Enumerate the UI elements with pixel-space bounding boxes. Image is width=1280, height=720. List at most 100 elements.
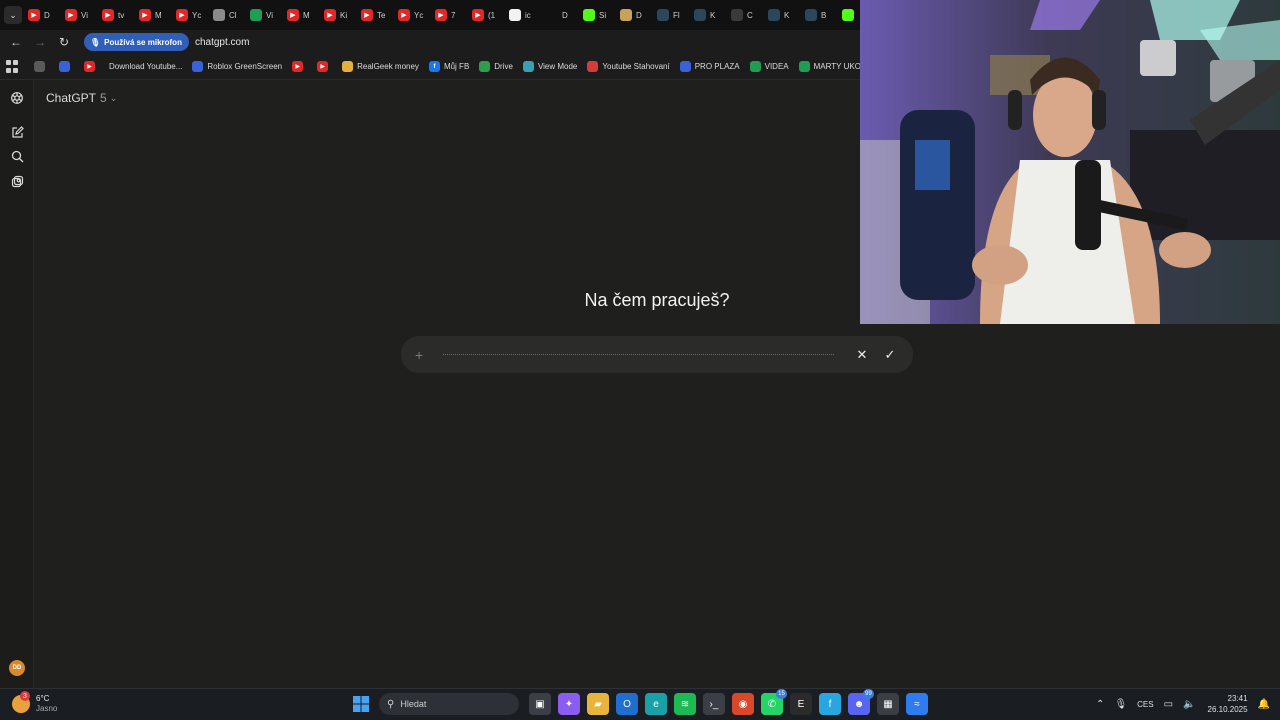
terminal-taskbar-button[interactable]: ›_ — [703, 693, 725, 715]
browser-tab[interactable]: ▶ tv — [102, 4, 136, 26]
chrome-taskbar-button[interactable]: ◉ — [732, 693, 754, 715]
browser-tab[interactable]: K — [768, 4, 802, 26]
bookmark-item[interactable]: Youtube Stahovaní — [587, 61, 670, 72]
bookmark-item[interactable]: View Mode — [522, 61, 577, 72]
openai-logo-icon[interactable] — [9, 90, 25, 106]
app-taskbar-button[interactable]: ≈ — [906, 693, 928, 715]
youtube-icon: ▶ — [398, 9, 410, 21]
bookmark-label: Drive — [494, 62, 513, 71]
url-field[interactable]: chatgpt.com — [195, 37, 249, 48]
bookmark-label: Youtube Stahovaní — [602, 62, 670, 71]
browser-tab-label: tv — [118, 10, 125, 20]
browser-tab[interactable]: Si — [583, 4, 617, 26]
bookmark-item[interactable]: ▶ — [317, 61, 332, 72]
browser-tab[interactable]: D — [546, 4, 580, 26]
whatsapp-taskbar-button[interactable]: ✆ 15 — [761, 689, 787, 715]
taskbar-apps: ⚲ Hledat ▣ ✦ ▰ Oe ≋ ›_ ◉ ✆ 15 Ef ☻ 99 ▦ ≈ — [350, 689, 935, 715]
browser-tab[interactable]: ▶ M — [139, 4, 173, 26]
bookmark-item[interactable]: Download Youtube... — [109, 62, 182, 71]
bookmark-item[interactable]: Roblox GreenScreen — [192, 61, 282, 72]
browser-tab[interactable]: ▶ (1 — [472, 4, 506, 26]
browser-tab[interactable]: D — [620, 4, 654, 26]
browser-tab[interactable]: K — [694, 4, 728, 26]
browser-tab[interactable]: Cl — [213, 4, 247, 26]
input-language[interactable]: CES — [1137, 700, 1153, 709]
network-icon[interactable]: ▭ — [1164, 699, 1173, 710]
browser-tab-label: M — [155, 10, 162, 20]
spotify-taskbar-button[interactable]: ≋ — [674, 693, 696, 715]
notifications-bell-icon[interactable]: 🔔 — [1258, 699, 1270, 710]
copilot-taskbar-button[interactable]: ✦ — [558, 693, 580, 715]
windows-icon — [353, 696, 369, 712]
browser-tab[interactable]: ▶ M — [287, 4, 321, 26]
browser-tab-label: Ki — [340, 10, 348, 20]
sheets-icon — [250, 9, 262, 21]
facebook-icon: f — [428, 61, 440, 72]
epic-taskbar-button[interactable]: E — [790, 693, 812, 715]
bookmark-item[interactable]: ▶ — [84, 61, 99, 72]
browser-tab[interactable]: ▶ D — [28, 4, 62, 26]
browser-tab[interactable]: ▶ 7 — [435, 4, 469, 26]
microphone-in-use-indicator[interactable]: 🎙 Používá se mikrofon — [84, 33, 189, 51]
bookmark-item[interactable]: ▶ — [292, 61, 307, 72]
cancel-dictation-button[interactable]: ✕ — [851, 347, 873, 363]
browser-tab[interactable]: Fl — [657, 4, 691, 26]
bookmark-item[interactable]: f Můj FB — [428, 61, 470, 72]
tab-search-button[interactable]: ⌄ — [4, 6, 22, 24]
outlook-taskbar-button[interactable]: O — [616, 693, 638, 715]
bookmark-item[interactable]: PRO PLAZA — [679, 61, 740, 72]
chatgpt-sidebar: DD — [0, 80, 34, 688]
forward-button[interactable]: → — [30, 32, 50, 52]
reload-button[interactable]: ↻ — [54, 32, 74, 52]
steam-icon — [657, 9, 669, 21]
weather-temperature: 6°C — [36, 694, 50, 703]
model-selector[interactable]: ChatGPT 5 ⌄ — [46, 91, 117, 105]
browser-tab[interactable]: ▶ Yc — [176, 4, 210, 26]
browser-tab-label: Yc — [414, 10, 424, 20]
folder-taskbar-button[interactable]: ▰ — [587, 693, 609, 715]
plus-icon[interactable]: + — [415, 347, 431, 363]
file-taskbar-button[interactable]: f — [819, 693, 841, 715]
browser-tab[interactable]: B — [805, 4, 839, 26]
browser-tab[interactable]: ic — [509, 4, 543, 26]
weather-widget[interactable]: 3 6°C Jasno — [12, 691, 57, 714]
search-icon[interactable] — [9, 148, 25, 164]
browser-tab[interactable]: Vi — [250, 4, 284, 26]
folder-icon: ▰ — [594, 698, 602, 710]
microphone-icon[interactable]: 🎙 — [1114, 699, 1127, 710]
browser-tab-label: Yc — [192, 10, 202, 20]
show-hidden-icons-chevron-icon[interactable]: ⌃ — [1096, 699, 1104, 710]
browser-tab[interactable]: C — [731, 4, 765, 26]
library-icon[interactable] — [9, 173, 25, 189]
youtube-icon: ▶ — [102, 9, 114, 21]
discord-taskbar-button[interactable]: ☻ 99 — [848, 689, 874, 715]
model-name: ChatGPT — [46, 91, 97, 105]
browser-tab[interactable]: ▶ Te — [361, 4, 395, 26]
task-view-taskbar-button[interactable]: ▣ — [529, 693, 551, 715]
bookmark-item[interactable] — [34, 61, 49, 72]
clock[interactable]: 23:41 26.10.2025 — [1208, 693, 1248, 715]
browser-tab[interactable]: ▶ Ki — [324, 4, 358, 26]
youtube-icon: ▶ — [139, 9, 151, 21]
volume-icon[interactable]: 🔈 — [1183, 699, 1195, 710]
bookmark-item[interactable]: RealGeek money — [342, 61, 419, 72]
apps-grid-icon[interactable] — [6, 59, 20, 74]
steam-icon — [768, 9, 780, 21]
bookmark-item[interactable]: Drive — [479, 61, 513, 72]
bookmark-label: Můj FB — [443, 62, 470, 71]
youtube-icon: ▶ — [435, 9, 447, 21]
new-chat-icon[interactable] — [9, 124, 25, 140]
bookmark-item[interactable] — [59, 61, 74, 72]
bookmark-item[interactable]: VIDEA — [749, 61, 789, 72]
browser-tab[interactable]: ▶ Vi — [65, 4, 99, 26]
whatsapp-icon: ✆ — [767, 698, 777, 710]
browser-tab[interactable]: ▶ Yc — [398, 4, 432, 26]
edge-taskbar-button[interactable]: e — [645, 693, 667, 715]
start-button[interactable] — [350, 693, 372, 715]
calculator-taskbar-button[interactable]: ▦ — [877, 693, 899, 715]
back-button[interactable]: ← — [6, 32, 26, 52]
browser-tab-label: (1 — [488, 10, 496, 20]
taskbar-search[interactable]: ⚲ Hledat — [379, 693, 519, 715]
avatar[interactable]: DD — [9, 660, 25, 676]
confirm-dictation-button[interactable]: ✓ — [879, 347, 901, 363]
